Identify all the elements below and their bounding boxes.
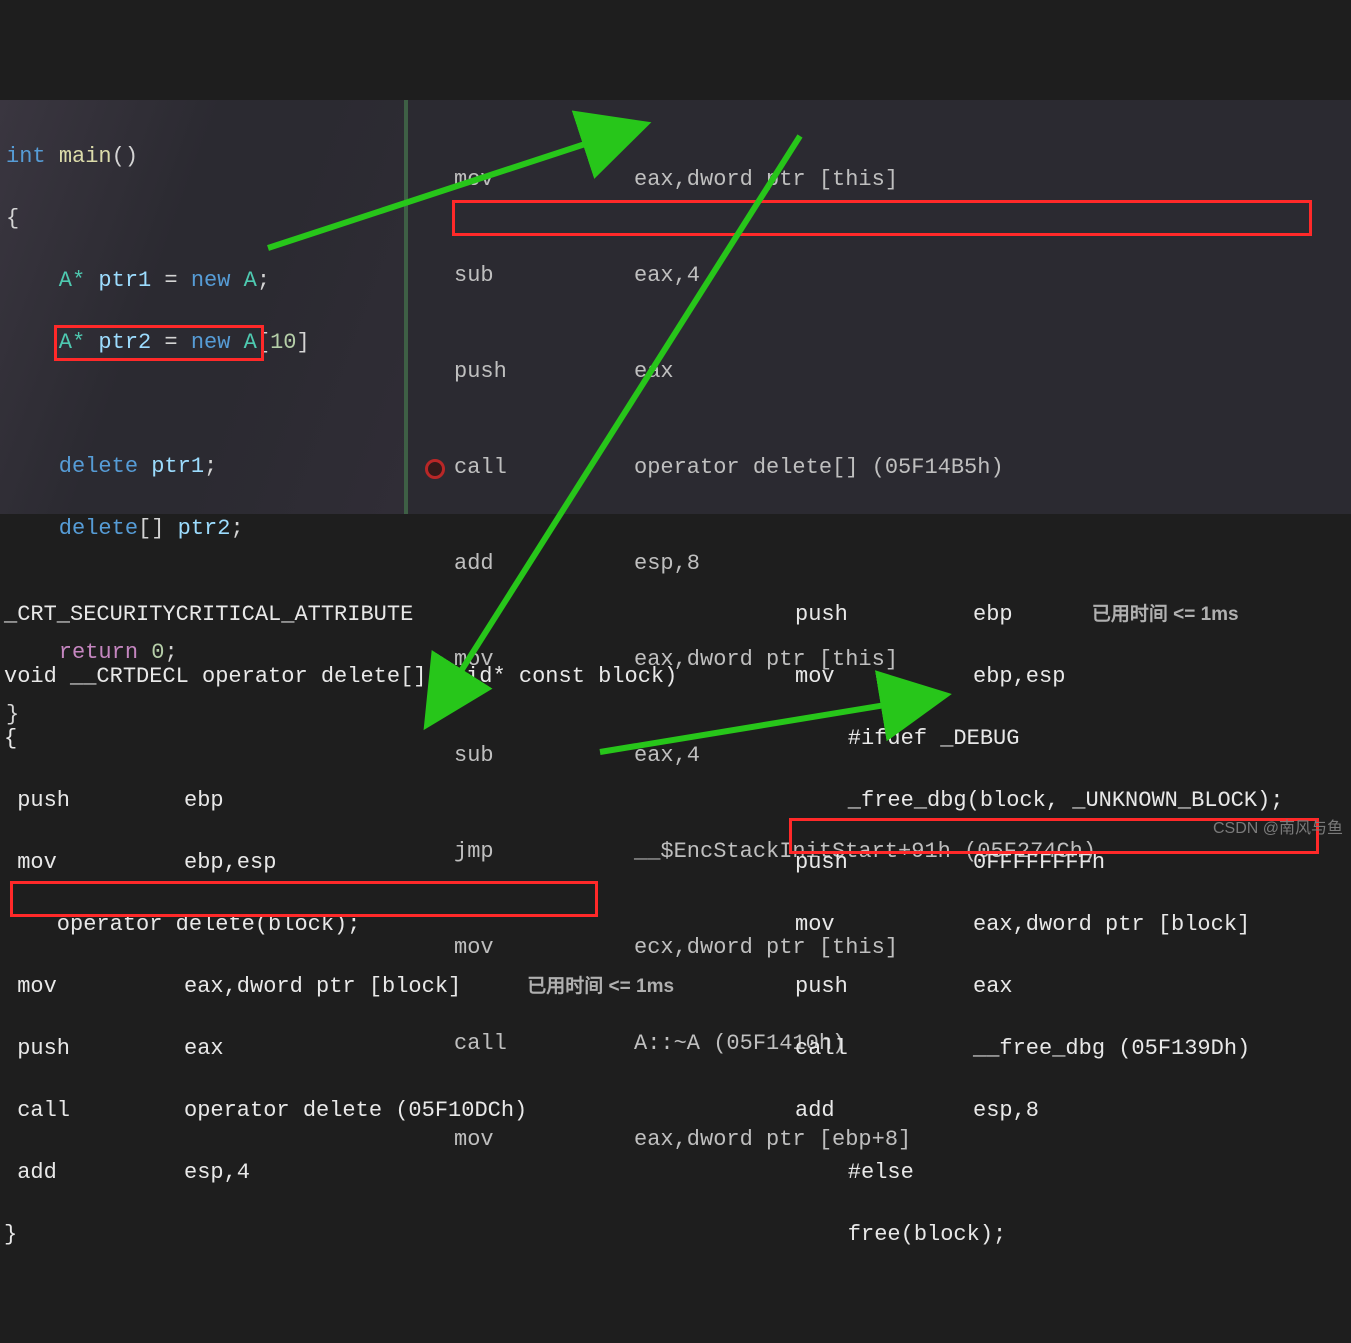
highlight-call-operator-delete-brackets — [452, 200, 1312, 236]
disasm-line: calloperator delete (05F10DCh) — [4, 1095, 795, 1126]
disasm-line: pusheax — [416, 356, 1351, 388]
code-line: free(block); — [795, 1219, 1351, 1250]
code-line: #else — [795, 1157, 1351, 1188]
code-line: int main() — [6, 141, 404, 172]
disasm-line: pushebp 已用时间 <= 1ms — [795, 599, 1351, 630]
disasm-line: pusheax — [795, 971, 1351, 1002]
highlight-delete-brackets — [54, 325, 264, 361]
code-line: _free_dbg(block, _UNKNOWN_BLOCK); — [795, 785, 1351, 816]
code-line: { — [6, 203, 404, 234]
code-line: void __CRTDECL operator delete[](void* c… — [4, 661, 795, 692]
bottom-row: _CRT_SECURITYCRITICAL_ATTRIBUTE void __C… — [0, 564, 1351, 992]
code-line: delete ptr1; — [6, 451, 404, 482]
disasm-line: movebp,esp — [4, 847, 795, 878]
disasm-line: moveax,dword ptr [block] — [795, 909, 1351, 940]
disasm-line: subeax,4 — [416, 260, 1351, 292]
operator-delete-brackets-panel[interactable]: _CRT_SECURITYCRITICAL_ATTRIBUTE void __C… — [0, 564, 795, 992]
breakpoint-icon[interactable] — [425, 459, 445, 479]
code-line: { — [4, 723, 795, 754]
highlight-call-operator-delete — [10, 881, 598, 917]
disasm-line: movebp,esp — [795, 661, 1351, 692]
disasm-line: moveax,dword ptr [ebp+8] — [416, 1124, 1351, 1156]
disasm-line: moveax,dword ptr [block] 已用时间 <= 1ms — [4, 971, 795, 1002]
code-line: _CRT_SECURITYCRITICAL_ATTRIBUTE — [4, 599, 795, 630]
disassembly-panel[interactable]: moveax,dword ptr [this] subeax,4 pusheax… — [408, 100, 1351, 514]
code-line: #ifdef _DEBUG — [795, 723, 1351, 754]
disasm-line: pushebp — [4, 785, 795, 816]
code-line: } — [4, 1219, 795, 1250]
watermark: CSDN @南风与鱼 — [1213, 814, 1343, 838]
code-line: A* ptr1 = new A; — [6, 265, 404, 296]
code-line: delete[] ptr2; — [6, 513, 404, 544]
perf-tag: 已用时间 <= 1ms — [1092, 604, 1239, 625]
operator-delete-panel[interactable]: pushebp 已用时间 <= 1ms movebp,esp #ifdef _D… — [795, 564, 1351, 992]
top-row: int main() { A* ptr1 = new A; A* ptr2 = … — [0, 100, 1351, 514]
disasm-line: call__free_dbg (05F139Dh) — [795, 1033, 1351, 1064]
disasm-line: addesp,8 — [795, 1095, 1351, 1126]
disasm-line: addesp,4 — [4, 1157, 795, 1188]
disasm-line: pusheax — [4, 1033, 795, 1064]
disasm-line: calloperator delete[] (05F14B5h) — [416, 452, 1351, 484]
code-line — [6, 389, 404, 420]
source-editor[interactable]: int main() { A* ptr1 = new A; A* ptr2 = … — [0, 100, 408, 514]
perf-tag: 已用时间 <= 1ms — [527, 976, 674, 997]
disasm-line: moveax,dword ptr [this] — [416, 164, 1351, 196]
